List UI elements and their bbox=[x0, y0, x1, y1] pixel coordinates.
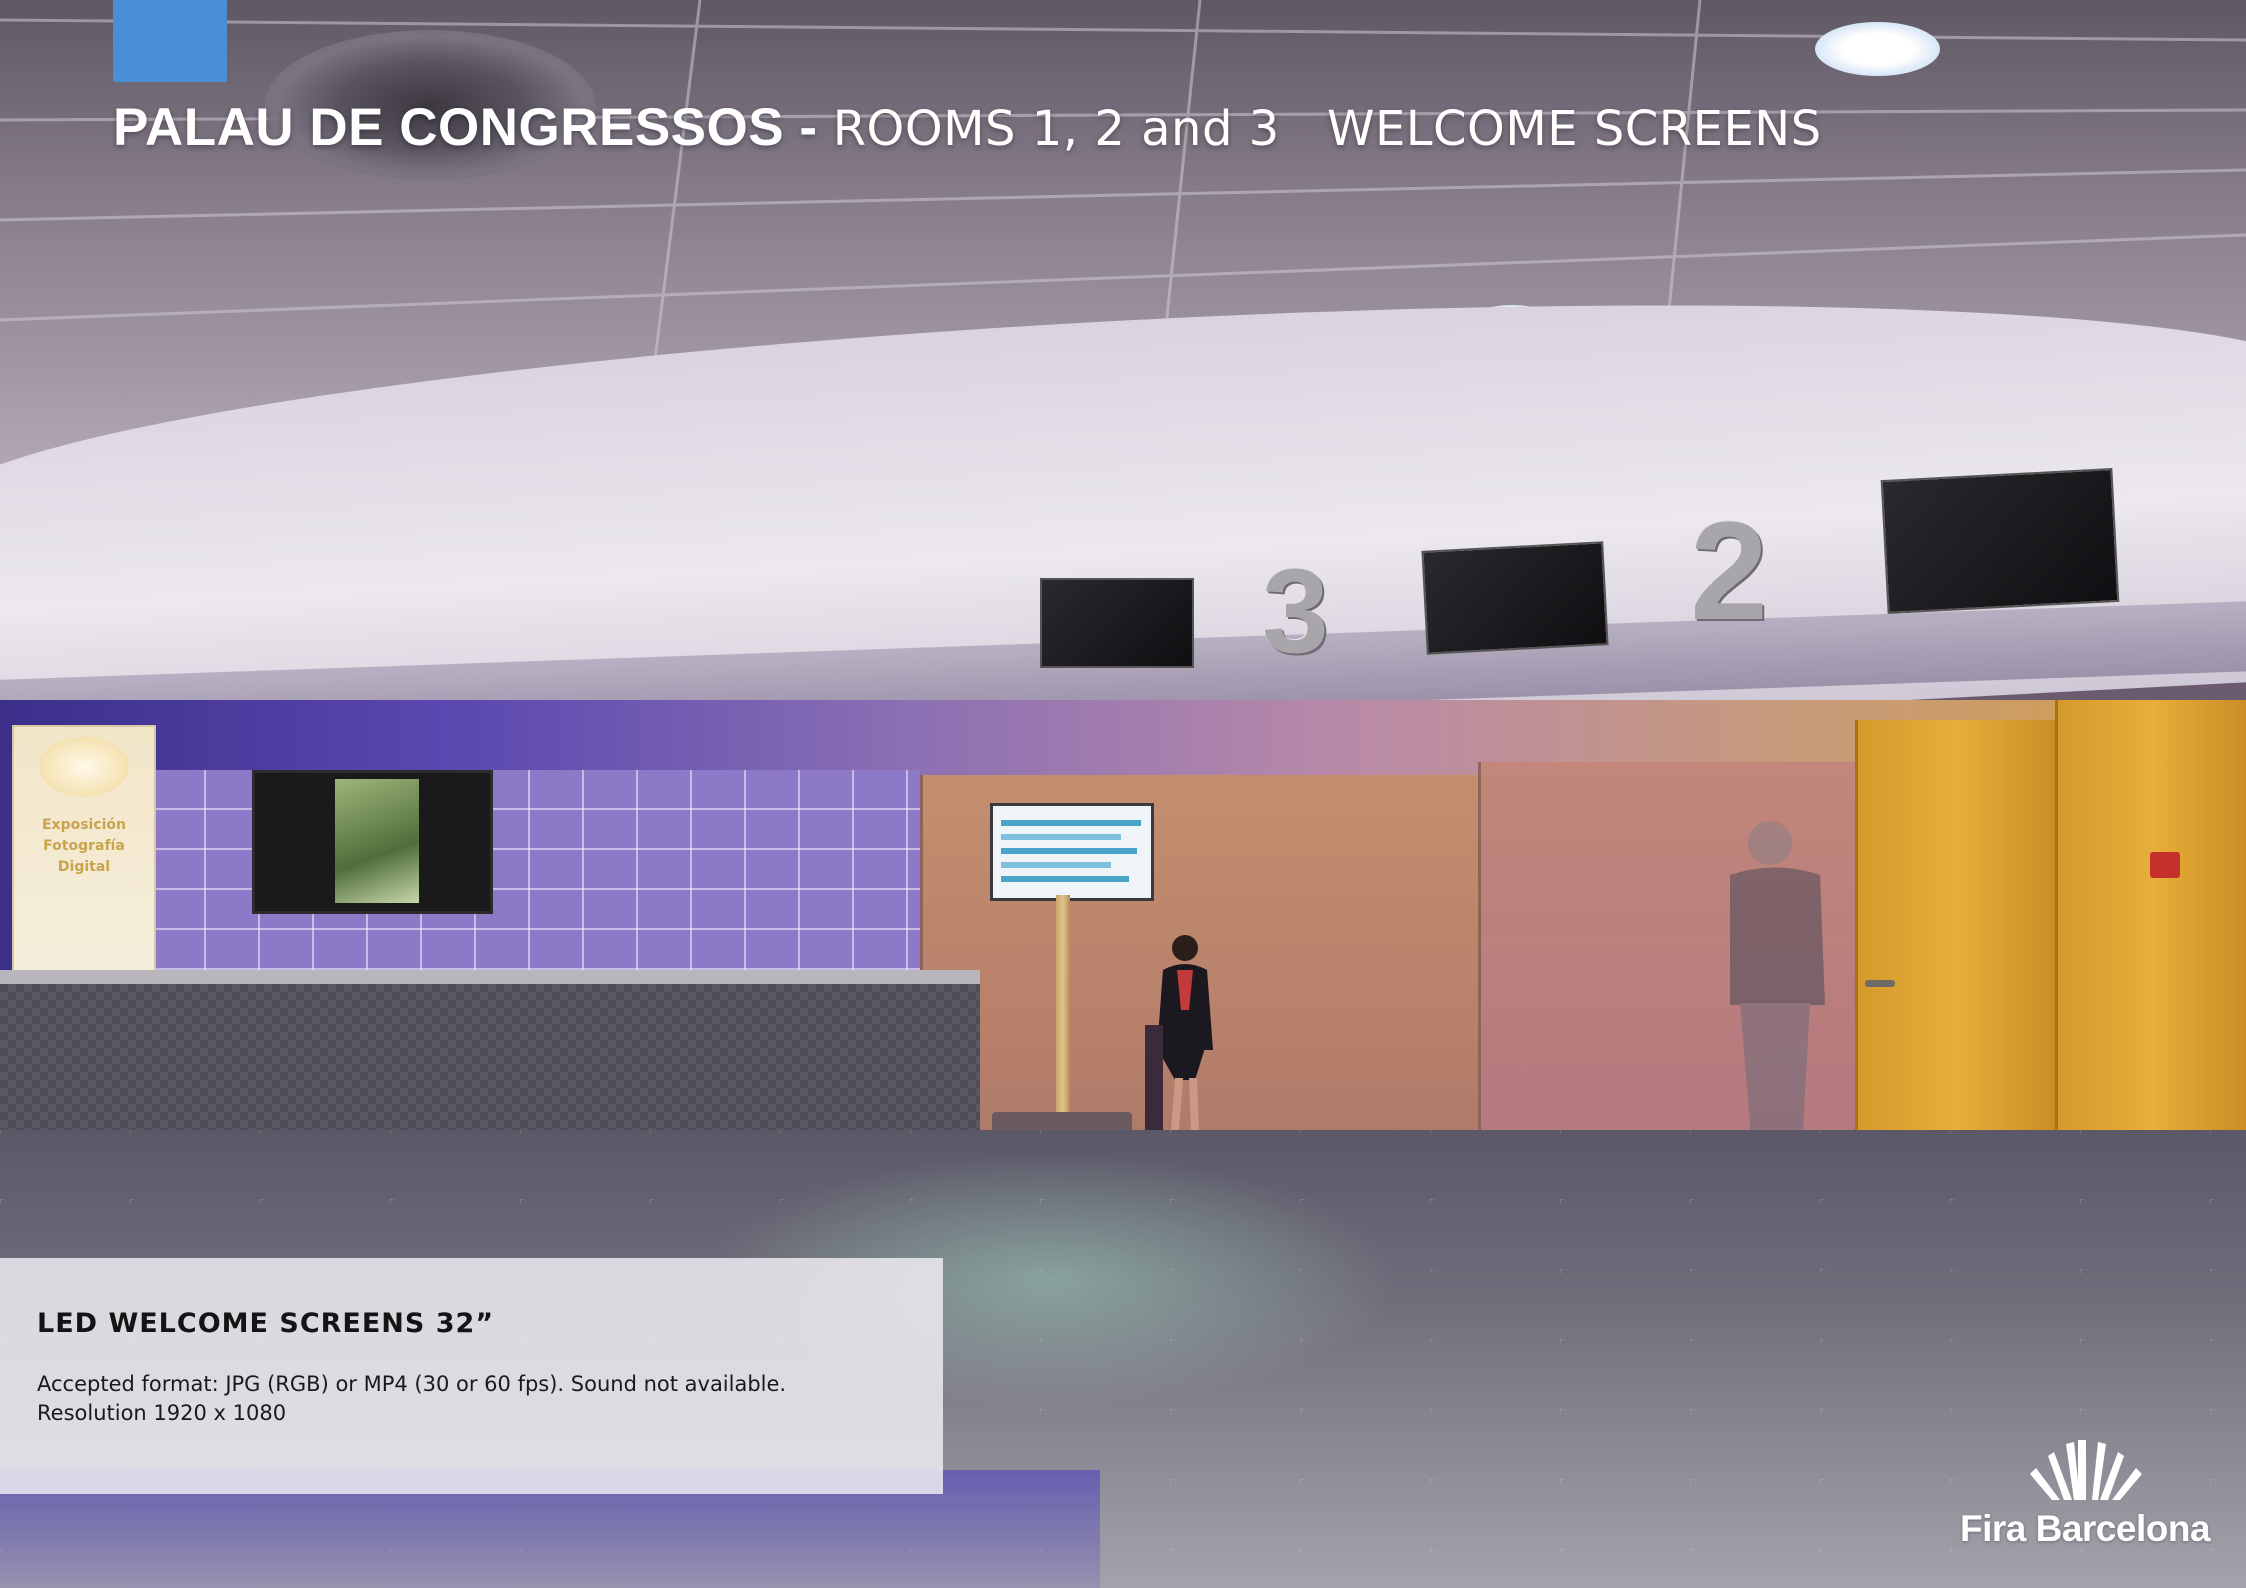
wall-screen-room-3 bbox=[1040, 578, 1194, 668]
banner-line: Fotografía bbox=[43, 838, 125, 854]
kiosk-row bbox=[1001, 848, 1137, 854]
fira-barcelona-logo-icon bbox=[2030, 1440, 2142, 1500]
title-venue: PALAU DE CONGRESSOS - bbox=[113, 98, 818, 157]
door-handle bbox=[1865, 980, 1895, 987]
kiosk-row bbox=[1001, 834, 1121, 840]
wall-screen-middle bbox=[1421, 541, 1609, 655]
logo-wordmark: Fira Barcelona bbox=[1959, 1508, 2211, 1549]
kiosk-stand bbox=[1056, 895, 1070, 1130]
fire-alarm-box bbox=[2150, 852, 2180, 878]
banner-line: Digital bbox=[57, 859, 111, 875]
seated-hostess bbox=[1145, 935, 1213, 1135]
banner-text: Exposición Fotografía Digital bbox=[14, 815, 154, 878]
room-number-3: 3 bbox=[1262, 544, 1329, 678]
wall-screen-room-2 bbox=[1880, 468, 2120, 614]
ceiling-light bbox=[1815, 22, 1940, 76]
resolution-spec: Resolution 1920 x 1080 bbox=[37, 1401, 287, 1425]
fira-barcelona-logo: Fira Barcelona bbox=[1950, 1438, 2220, 1558]
exhibition-banner: Exposición Fotografía Digital bbox=[12, 725, 156, 974]
kiosk-row bbox=[1001, 876, 1129, 882]
kiosk-row bbox=[1001, 820, 1141, 826]
room-number-2: 2 bbox=[1690, 492, 1768, 649]
kiosk-row bbox=[1001, 862, 1111, 868]
freestanding-screen bbox=[252, 770, 493, 914]
accent-block bbox=[113, 0, 227, 82]
page-title: PALAU DE CONGRESSOS - ROOMS 1, 2 and 3 W… bbox=[113, 96, 1822, 161]
banner-line: Exposición bbox=[41, 817, 127, 833]
screen-image bbox=[335, 779, 419, 903]
banner-graphic bbox=[39, 737, 129, 797]
info-panel: LED WELCOME SCREENS 32” Accepted format:… bbox=[0, 1258, 943, 1494]
format-spec: Accepted format: JPG (RGB) or MP4 (30 or… bbox=[37, 1372, 787, 1396]
title-subject: ROOMS 1, 2 and 3 WELCOME SCREENS bbox=[832, 101, 1822, 157]
info-kiosk-screen bbox=[990, 803, 1154, 901]
info-heading: LED WELCOME SCREENS 32” bbox=[37, 1308, 495, 1339]
